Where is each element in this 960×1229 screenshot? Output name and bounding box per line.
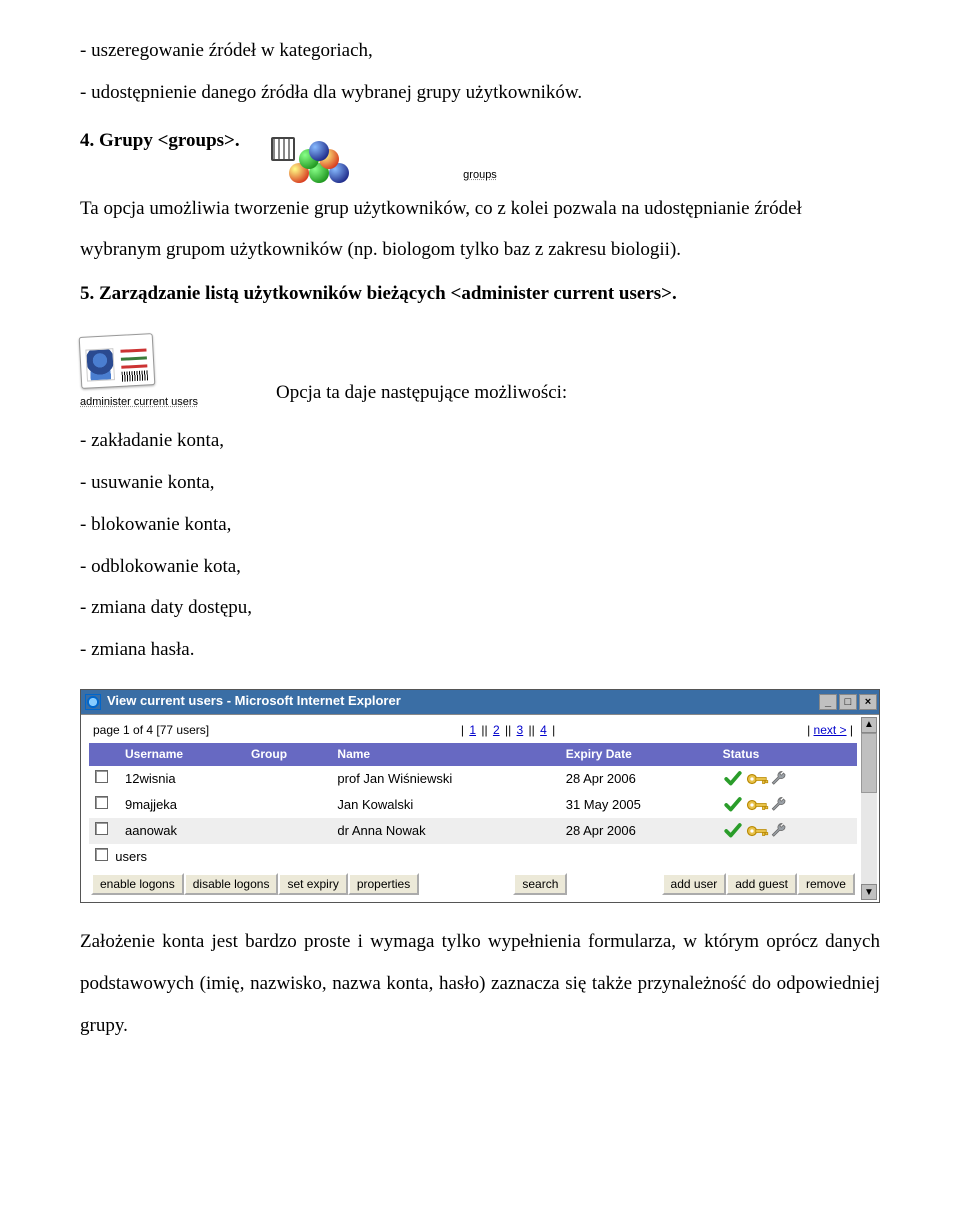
key-icon[interactable] xyxy=(745,770,771,788)
cell-status xyxy=(717,818,857,844)
list-item: - usuwanie konta, xyxy=(80,462,880,504)
next-page-link[interactable]: next > xyxy=(814,723,847,737)
cell-username: aanowak xyxy=(119,818,245,844)
table-row: aanowak dr Anna Nowak28 Apr 2006 xyxy=(89,818,857,844)
select-all-checkbox[interactable] xyxy=(95,848,108,861)
closing-paragraph: Założenie konta jest bardzo proste i wym… xyxy=(80,921,880,1046)
window-title: View current users - Microsoft Internet … xyxy=(107,693,401,710)
row-checkbox[interactable] xyxy=(95,796,108,809)
cell-status xyxy=(717,766,857,792)
cell-group xyxy=(245,792,331,818)
status-ok-icon xyxy=(723,770,743,788)
page-link[interactable]: 3 xyxy=(517,723,524,737)
cell-username: 12wisnia xyxy=(119,766,245,792)
bulk-select-row: users xyxy=(89,844,857,870)
scroll-up-icon[interactable]: ▲ xyxy=(861,717,877,733)
row-checkbox[interactable] xyxy=(95,770,108,783)
remove-button[interactable]: remove xyxy=(797,873,855,895)
cell-expiry: 31 May 2005 xyxy=(560,792,717,818)
list-item: - blokowanie konta, xyxy=(80,504,880,546)
page-link[interactable]: 1 xyxy=(469,723,476,737)
cell-status xyxy=(717,792,857,818)
col-name: Name xyxy=(331,743,559,767)
list-item: - odblokowanie kota, xyxy=(80,546,880,588)
section-4-title: 4. Grupy <groups>. xyxy=(80,130,240,151)
bullet-line: - uszeregowanie źródeł w kategoriach, xyxy=(80,30,880,72)
col-status: Status xyxy=(717,743,857,767)
button-bar: enable logonsdisable logonsset expirypro… xyxy=(89,870,857,896)
cell-group xyxy=(245,766,331,792)
ie-window: View current users - Microsoft Internet … xyxy=(80,689,880,903)
properties-button[interactable]: properties xyxy=(348,873,419,895)
key-icon[interactable] xyxy=(745,822,771,840)
list-item: - zmiana hasła. xyxy=(80,629,880,671)
table-row: 9majjeka Jan Kowalski31 May 2005 xyxy=(89,792,857,818)
bulk-label: users xyxy=(115,849,147,864)
add-user-button[interactable]: add user xyxy=(662,873,727,895)
add-guest-button[interactable]: add guest xyxy=(726,873,797,895)
wrench-icon[interactable] xyxy=(769,822,789,840)
cell-name: prof Jan Wiśniewski xyxy=(331,766,559,792)
list-item: - zmiana daty dostępu, xyxy=(80,587,880,629)
enable-logons-button[interactable]: enable logons xyxy=(91,873,184,895)
col-username: Username xyxy=(119,743,245,767)
cell-username: 9majjeka xyxy=(119,792,245,818)
wrench-icon[interactable] xyxy=(769,796,789,814)
administer-icon-block: administer current users xyxy=(80,335,260,414)
cell-group xyxy=(245,818,331,844)
bullet-line: - udostępnienie danego źródła dla wybran… xyxy=(80,72,880,114)
list-item: - zakładanie konta, xyxy=(80,420,880,462)
status-ok-icon xyxy=(723,822,743,840)
maximize-button[interactable]: □ xyxy=(839,694,857,710)
row-checkbox[interactable] xyxy=(95,822,108,835)
cell-expiry: 28 Apr 2006 xyxy=(560,766,717,792)
administer-icon-caption: administer current users xyxy=(80,390,260,414)
col-group: Group xyxy=(245,743,331,767)
cell-name: Jan Kowalski xyxy=(331,792,559,818)
minimize-button[interactable]: _ xyxy=(819,694,837,710)
disable-logons-button[interactable]: disable logons xyxy=(184,873,279,895)
cell-expiry: 28 Apr 2006 xyxy=(560,818,717,844)
vertical-scrollbar[interactable]: ▲ ▼ xyxy=(861,717,877,900)
capabilities-list: - zakładanie konta, - usuwanie konta, - … xyxy=(80,420,880,671)
col-expiry: Expiry Date xyxy=(560,743,717,767)
section-5-title: 5. Zarządzanie listą użytkowników bieżąc… xyxy=(80,273,880,315)
page-count-label: page 1 of 4 [77 users] xyxy=(93,723,209,739)
table-row: 12wisnia prof Jan Wiśniewski28 Apr 2006 xyxy=(89,766,857,792)
cell-name: dr Anna Nowak xyxy=(331,818,559,844)
client-area: ▲ ▼ page 1 of 4 [77 users] | 1 || 2 || 3… xyxy=(81,714,879,902)
groups-icon-caption: groups xyxy=(80,163,880,187)
search-button[interactable]: search xyxy=(513,873,567,895)
pagination: | 1 || 2 || 3 || 4 | xyxy=(209,723,807,739)
wrench-icon[interactable] xyxy=(769,770,789,788)
close-button[interactable]: × xyxy=(859,694,877,710)
key-icon[interactable] xyxy=(745,796,771,814)
section-5-lead: Opcja ta daje następujące możliwości: xyxy=(276,372,880,414)
section-4-para: 4. Grupy <groups>. xyxy=(80,120,880,162)
status-ok-icon xyxy=(723,796,743,814)
section-4-text: Ta opcja umożliwia tworzenie grup użytko… xyxy=(80,198,802,261)
table-header-row: Username Group Name Expiry Date Status xyxy=(89,743,857,767)
titlebar: View current users - Microsoft Internet … xyxy=(81,690,879,714)
page-link[interactable]: 2 xyxy=(493,723,500,737)
col-checkbox xyxy=(89,743,119,767)
page-link[interactable]: 4 xyxy=(540,723,547,737)
ie-icon xyxy=(85,694,101,710)
users-table: Username Group Name Expiry Date Status 1… xyxy=(89,743,857,845)
set-expiry-button[interactable]: set expiry xyxy=(278,873,347,895)
scroll-down-icon[interactable]: ▼ xyxy=(861,884,877,900)
id-card-icon xyxy=(79,333,156,389)
